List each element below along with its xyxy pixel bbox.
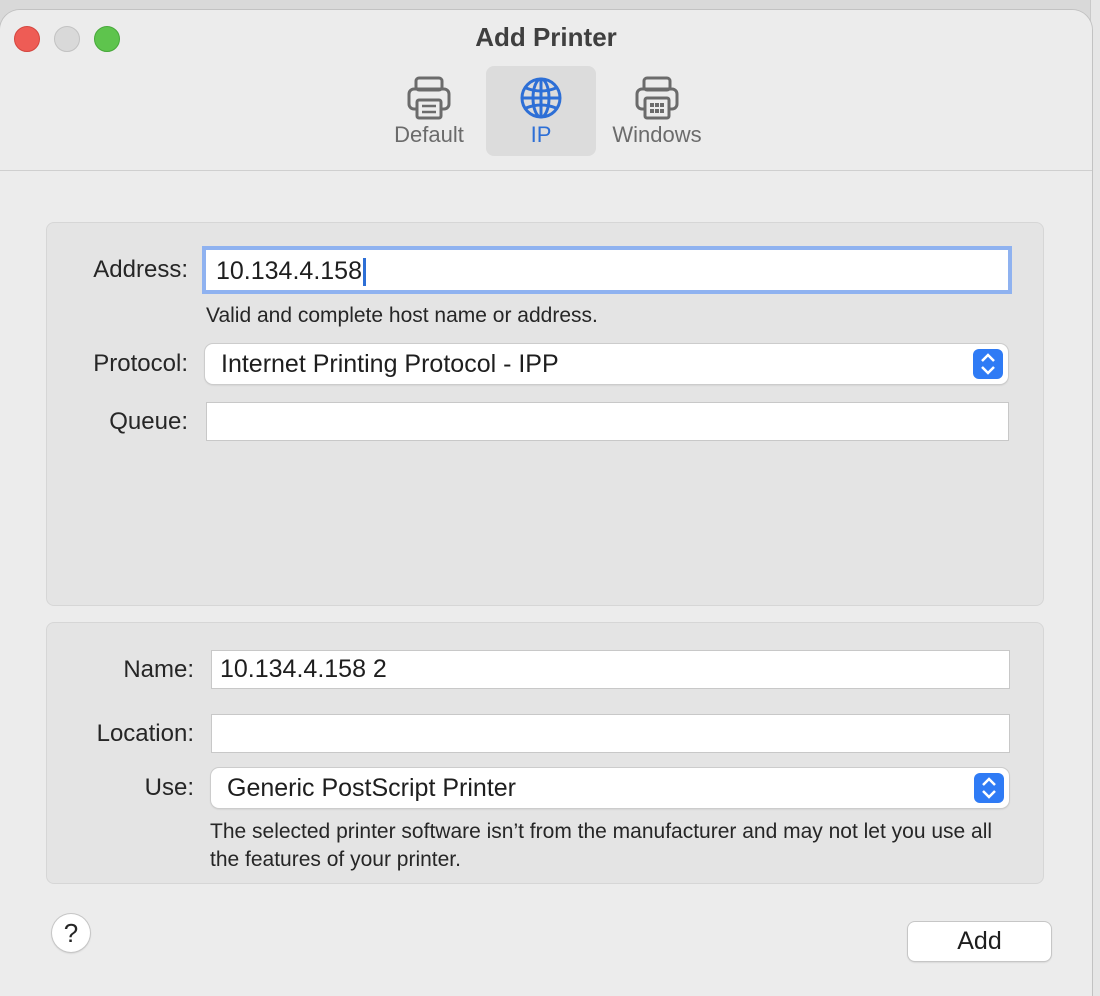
- location-field[interactable]: [211, 714, 1010, 753]
- use-value: Generic PostScript Printer: [227, 774, 516, 802]
- help-button[interactable]: ?: [52, 914, 90, 952]
- protocol-popup[interactable]: Internet Printing Protocol - IPP: [205, 344, 1008, 384]
- tab-default-label: Default: [394, 122, 464, 147]
- printer-icon: [407, 76, 451, 120]
- queue-label: Queue:: [109, 408, 188, 435]
- name-field[interactable]: 10.134.4.158 2: [211, 650, 1010, 689]
- globe-icon: [520, 77, 562, 119]
- add-button[interactable]: Add: [908, 922, 1051, 961]
- address-field[interactable]: 10.134.4.158: [206, 250, 1008, 290]
- tab-windows-label: Windows: [612, 122, 702, 147]
- title-toolbar: Add Printer Default IP Windows: [0, 10, 1092, 171]
- tab-default[interactable]: Default: [376, 66, 482, 156]
- protocol-value: Internet Printing Protocol - IPP: [221, 350, 559, 378]
- text-caret: [362, 258, 366, 287]
- queue-field[interactable]: [206, 402, 1009, 441]
- name-label: Name:: [123, 656, 194, 683]
- name-value: 10.134.4.158 2: [220, 655, 387, 683]
- driver-warning-note: The selected printer software isn’t from…: [210, 820, 993, 871]
- use-label: Use:: [144, 774, 194, 801]
- window-title: Add Printer: [475, 22, 617, 52]
- address-label: Address:: [93, 256, 188, 283]
- address-hint: Valid and complete host name or address.: [206, 304, 598, 327]
- chevron-up-down-icon: [974, 773, 1004, 803]
- tab-ip[interactable]: IP: [486, 66, 596, 156]
- chevron-up-down-icon: [973, 349, 1003, 379]
- windows-printer-icon: [635, 76, 679, 120]
- protocol-label: Protocol:: [93, 350, 188, 377]
- tab-windows[interactable]: Windows: [600, 66, 714, 156]
- use-driver-popup[interactable]: Generic PostScript Printer: [211, 768, 1009, 808]
- location-label: Location:: [96, 720, 194, 747]
- address-value: 10.134.4.158: [216, 257, 362, 285]
- add-printer-window: Add Printer Default IP Windows Address: …: [0, 10, 1092, 996]
- tab-ip-label: IP: [530, 122, 552, 147]
